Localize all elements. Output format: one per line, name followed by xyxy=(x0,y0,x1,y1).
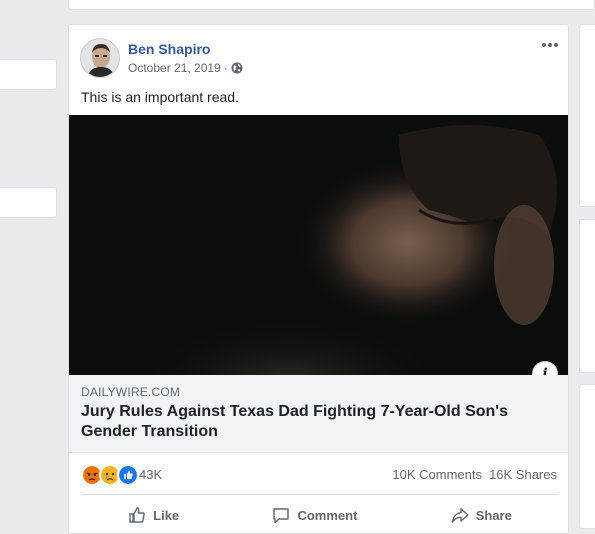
link-preview-card[interactable]: DAILYWIRE.COM Jury Rules Against Texas D… xyxy=(69,375,568,453)
shares-count[interactable]: 16K Shares xyxy=(489,467,557,482)
post-action-bar: Like Comment Share xyxy=(81,494,558,533)
right-sidebar-panel xyxy=(579,384,595,529)
comment-button[interactable]: Comment xyxy=(271,505,357,525)
link-title[interactable]: Jury Rules Against Texas Dad Fighting 7-… xyxy=(81,402,521,442)
link-domain: DAILYWIRE.COM xyxy=(81,385,181,399)
share-button[interactable]: Share xyxy=(450,505,512,525)
feed-post: Ben Shapiro October 21, 2019 · This is a… xyxy=(68,24,569,534)
left-sidebar-panel xyxy=(0,187,57,218)
post-author-name[interactable]: Ben Shapiro xyxy=(128,41,210,57)
like-label: Like xyxy=(153,507,180,523)
reaction-count[interactable]: 43K xyxy=(139,467,162,482)
comments-count[interactable]: 10K Comments xyxy=(392,467,482,482)
post-meta: October 21, 2019 · xyxy=(128,61,243,75)
comment-label: Comment xyxy=(297,507,358,523)
right-sidebar-panel xyxy=(579,219,595,373)
post-date[interactable]: October 21, 2019 xyxy=(128,61,221,75)
avatar[interactable] xyxy=(80,38,120,78)
share-label: Share xyxy=(475,507,512,523)
right-sidebar-panel xyxy=(579,24,595,207)
link-preview-image[interactable]: i xyxy=(69,115,568,375)
like-reaction-icon xyxy=(117,464,139,486)
globe-icon[interactable] xyxy=(231,62,243,74)
left-sidebar-panel xyxy=(0,59,57,90)
thumbs-up-icon xyxy=(129,507,145,523)
post-stats: 43K 10K Comments 16K Shares xyxy=(69,453,568,494)
previous-post-card xyxy=(68,0,595,10)
reaction-icons[interactable] xyxy=(81,464,139,486)
comment-icon xyxy=(273,508,290,524)
post-text: This is an important read. xyxy=(81,89,239,105)
meta-separator: · xyxy=(223,61,228,75)
more-horizontal-icon[interactable] xyxy=(540,39,560,51)
like-button[interactable]: Like xyxy=(127,505,179,525)
share-icon xyxy=(451,508,469,523)
